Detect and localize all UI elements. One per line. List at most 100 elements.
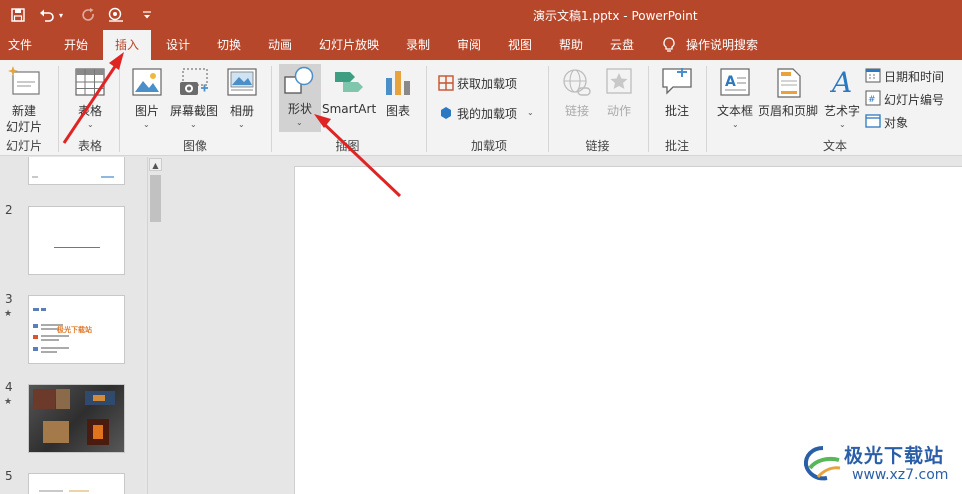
slide-thumbnail-1[interactable] <box>28 157 125 185</box>
photo-album-label: 相册 <box>229 104 254 118</box>
chart-button[interactable]: 图表 <box>380 62 416 134</box>
header-footer-icon <box>777 68 801 101</box>
tab-review[interactable]: 审阅 <box>445 30 493 60</box>
picture-label: 图片 <box>134 104 159 118</box>
table-icon <box>75 68 105 99</box>
window-title: 演示文稿1.pptx - PowerPoint <box>533 9 698 23</box>
slide-thumbnail-4[interactable] <box>28 384 125 453</box>
tab-view[interactable]: 视图 <box>496 30 544 60</box>
comment-button[interactable]: 批注 <box>656 62 698 134</box>
wordart-icon: A <box>829 66 856 101</box>
undo-dropdown-icon[interactable]: ▾ <box>56 6 66 24</box>
shapes-button[interactable]: 形状 ⌄ <box>279 64 321 132</box>
animation-star-icon: ★ <box>4 309 13 319</box>
tab-insert[interactable]: 插入 <box>103 30 151 60</box>
separator <box>58 66 59 152</box>
svg-text:#: # <box>868 95 876 105</box>
chevron-down-icon: ⌄ <box>143 120 150 129</box>
chevron-down-icon: ⌄ <box>839 120 846 129</box>
customize-icon[interactable] <box>138 6 156 24</box>
tab-cloud[interactable]: 云盘 <box>598 30 646 60</box>
chevron-down-icon: ⌄ <box>87 120 94 129</box>
undo-icon[interactable] <box>38 6 56 24</box>
chart-icon <box>385 68 411 99</box>
group-label-illustrations: 插图 <box>335 139 360 153</box>
textbox-button[interactable]: A 文本框 ⌄ <box>714 62 756 134</box>
screenshot-icon <box>179 68 209 101</box>
watermark-text: 极光下载站 <box>844 445 945 467</box>
smartart-button[interactable]: SmartArt <box>322 62 376 134</box>
tab-file[interactable]: 文件 <box>0 30 40 60</box>
new-slide-label-2: 幻灯片 <box>5 120 42 134</box>
group-label-comments: 批注 <box>664 139 689 153</box>
chevron-down-icon: ⌄ <box>238 120 245 129</box>
slide-thumbnail-5[interactable] <box>28 473 125 494</box>
thumbnail-scrollbar[interactable]: ▲ <box>147 157 162 494</box>
my-addins-button[interactable]: 我的加载项 ⌄ <box>435 102 543 124</box>
tellme-search[interactable]: 操作说明搜索 <box>686 30 766 60</box>
slide-thumbnail-panel[interactable]: 2 3 ★ 极光下载站 4 ★ 5 <box>0 157 147 494</box>
lightbulb-icon <box>662 37 676 53</box>
separator <box>706 66 707 152</box>
smartart-label: SmartArt <box>322 102 377 116</box>
ribbon-tabs: 文件 开始 插入 设计 切换 动画 幻灯片放映 录制 审阅 视图 帮助 云盘 操… <box>0 30 962 60</box>
separator <box>271 66 272 152</box>
textbox-icon: A <box>720 68 750 99</box>
redo-icon <box>79 6 97 24</box>
new-slide-button[interactable]: 新建 幻灯片 <box>2 62 46 134</box>
new-slide-label: 新建 <box>11 104 36 118</box>
slide-number-3: 3 <box>5 292 13 306</box>
table-button[interactable]: 表格 ⌄ <box>68 62 112 134</box>
tab-record[interactable]: 录制 <box>394 30 442 60</box>
chevron-down-icon: ⌄ <box>296 118 303 127</box>
tab-transitions[interactable]: 切换 <box>205 30 253 60</box>
watermark-url: www.xz7.com <box>852 467 949 483</box>
slide-number-4: 4 <box>5 380 13 394</box>
tab-animations[interactable]: 动画 <box>256 30 304 60</box>
slide-number-button[interactable]: # 幻灯片编号 <box>864 89 956 107</box>
link-label: 链接 <box>564 104 589 118</box>
new-slide-icon <box>8 66 40 99</box>
header-footer-label: 页眉和页脚 <box>757 104 818 118</box>
object-button[interactable]: 对象 <box>864 112 956 130</box>
slide-number-5: 5 <box>5 469 13 483</box>
chevron-down-icon: ⌄ <box>190 120 197 129</box>
slide-thumbnail-2[interactable] <box>28 206 125 275</box>
picture-button[interactable]: 图片 ⌄ <box>128 62 166 134</box>
chart-label: 图表 <box>385 104 410 118</box>
wordart-label: 艺术字 <box>823 104 860 118</box>
save-icon[interactable] <box>9 6 27 24</box>
header-footer-button[interactable]: 页眉和页脚 <box>756 62 820 134</box>
slide-number-label: 幻灯片编号 <box>884 93 945 107</box>
my-addins-icon <box>438 105 454 124</box>
separator <box>648 66 649 152</box>
separator <box>548 66 549 152</box>
chevron-down-icon: ⌄ <box>527 108 534 117</box>
smartart-icon <box>334 68 364 99</box>
action-star-icon <box>606 68 632 99</box>
tab-slideshow[interactable]: 幻灯片放映 <box>310 30 388 60</box>
get-addins-button[interactable]: 获取加载项 <box>435 72 543 94</box>
separator <box>426 66 427 152</box>
photo-album-icon <box>227 68 257 99</box>
thumbnail-overlay-text: 极光下载站 <box>57 326 92 334</box>
tab-home[interactable]: 开始 <box>52 30 100 60</box>
scrollbar-thumb[interactable] <box>150 175 161 222</box>
screenshot-button[interactable]: 屏幕截图 ⌄ <box>168 62 220 134</box>
action-label: 动作 <box>606 104 631 118</box>
tab-design[interactable]: 设计 <box>154 30 202 60</box>
chevron-down-icon: ⌄ <box>732 120 739 129</box>
scroll-up-icon[interactable]: ▲ <box>149 158 162 171</box>
separator <box>119 66 120 152</box>
slide-number-2: 2 <box>5 203 13 217</box>
table-label: 表格 <box>77 104 102 118</box>
datetime-button[interactable]: 日期和时间 <box>864 66 956 84</box>
wordart-button[interactable]: A 艺术字 ⌄ <box>822 62 862 134</box>
present-from-start-icon[interactable] <box>107 6 125 24</box>
tab-help[interactable]: 帮助 <box>547 30 595 60</box>
slide-thumbnail-3[interactable]: 极光下载站 <box>28 295 125 364</box>
object-label: 对象 <box>884 116 909 130</box>
comment-label: 批注 <box>664 104 689 118</box>
photo-album-button[interactable]: 相册 ⌄ <box>222 62 262 134</box>
textbox-label: 文本框 <box>716 104 753 118</box>
